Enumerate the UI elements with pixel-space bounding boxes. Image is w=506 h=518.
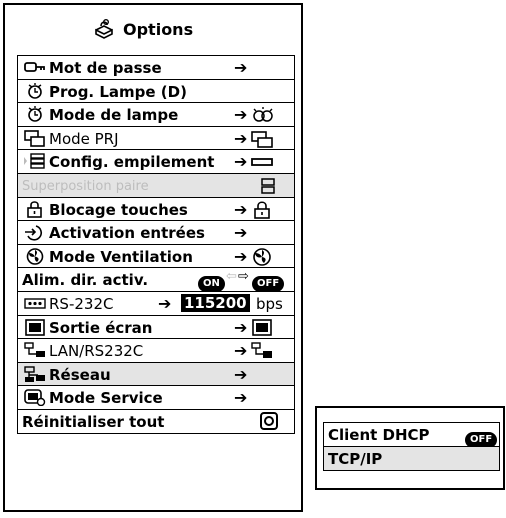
arrow-right-icon: ➔ <box>234 246 248 266</box>
arrow-right-icon: ⇨ <box>238 269 249 285</box>
network-submenu-panel: Client DHCP OFF TCP/IP <box>315 406 505 490</box>
menu-item-config-empilement[interactable]: Config. empilement ➔ <box>18 150 294 174</box>
submenu-item-label: Client DHCP <box>328 426 430 444</box>
menu-item-rs232c[interactable]: RS-232C ➔ 115200 bps <box>18 291 294 316</box>
menu-item-label: Prog. Lampe (D) <box>49 82 187 101</box>
menu-item-reseau[interactable]: Réseau ➔ <box>18 362 294 387</box>
arrow-right-icon: ➔ <box>234 199 248 219</box>
menu-list: Mot de passe ➔ Prog. Lampe (D) Mode de l… <box>17 55 295 434</box>
menu-item-label: Blocage touches <box>49 200 188 219</box>
options-menu-panel: Options Mot de passe ➔ Prog. Lampe (D) M… <box>3 3 303 512</box>
menu-item-label: Alim. dir. activ. <box>22 271 149 290</box>
menu-header: Options <box>5 5 301 57</box>
on-badge: ON <box>198 271 225 291</box>
submenu-list: Client DHCP OFF TCP/IP <box>323 422 500 471</box>
menu-item-label: Sortie écran <box>49 318 153 337</box>
menu-item-prog-lampe[interactable]: Prog. Lampe (D) <box>18 79 294 104</box>
menu-item-label: Mot de passe <box>49 59 162 77</box>
stack-pair-icon <box>261 178 275 194</box>
lan-rs232c-icon <box>251 342 272 359</box>
menu-item-label: Config. empilement <box>49 153 215 172</box>
fan-icon <box>26 247 44 265</box>
menu-item-label: Réinitialiser tout <box>22 412 165 431</box>
submenu-item-label: TCP/IP <box>328 450 383 468</box>
lamp-timer-icon <box>28 106 42 122</box>
submenu-item-client-dhcp[interactable]: Client DHCP OFF <box>324 423 499 448</box>
menu-item-lan-rs232c[interactable]: LAN/RS232C ➔ <box>18 339 294 363</box>
menu-item-mot-de-passe[interactable]: Mot de passe ➔ <box>18 56 294 80</box>
submenu-item-tcp-ip[interactable]: TCP/IP <box>324 447 499 470</box>
baud-rate-value[interactable]: 115200 <box>181 293 250 312</box>
arrow-right-icon: ➔ <box>234 58 248 77</box>
menu-item-blocage-touches[interactable]: Blocage touches ➔ <box>18 197 294 222</box>
lan-rs232c-icon <box>24 342 45 358</box>
arrow-right-icon: ➔ <box>234 128 248 148</box>
projector-mode-icon <box>24 129 45 147</box>
options-icon <box>95 19 113 39</box>
baud-unit: bps <box>256 294 283 313</box>
menu-item-label: RS-232C <box>49 294 114 313</box>
network-icon <box>24 366 45 382</box>
menu-item-activation-entrees[interactable]: Activation entrées ➔ <box>18 221 294 245</box>
page-title: Options <box>123 20 194 39</box>
arrow-right-icon: ➔ <box>158 293 172 313</box>
arrow-right-icon: ➔ <box>234 317 248 337</box>
menu-item-mode-ventilation[interactable]: Mode Ventilation ➔ <box>18 244 294 269</box>
off-badge: OFF <box>465 427 498 448</box>
arrow-right-icon: ➔ <box>234 341 248 361</box>
menu-item-superposition-paire: Superposition paire <box>18 173 294 198</box>
input-activation-icon <box>25 225 42 241</box>
menu-item-label: Mode Service <box>49 389 163 408</box>
menu-item-label: Mode PRJ <box>49 129 119 148</box>
lock-icon <box>254 201 270 219</box>
menu-item-label: Réseau <box>49 365 111 384</box>
stack-bar-icon <box>251 158 273 167</box>
lock-icon <box>27 200 42 218</box>
monitor-out-icon <box>25 318 45 336</box>
menu-item-mode-de-lampe[interactable]: Mode de lampe ➔ <box>18 103 294 127</box>
arrow-left-icon: ⇦ <box>226 269 237 285</box>
menu-item-alim-dir-activ[interactable]: Alim. dir. activ. ON ⇦ ⇨ OFF <box>18 268 294 292</box>
menu-item-mode-service[interactable]: Mode Service ➔ <box>18 386 294 410</box>
arrow-right-icon: ➔ <box>234 105 248 125</box>
menu-item-label: LAN/RS232C <box>49 342 144 361</box>
service-mode-icon <box>24 389 46 407</box>
projector-mode-icon <box>251 130 273 148</box>
menu-item-label: Activation entrées <box>49 224 205 243</box>
lamp-mode-icon <box>253 107 273 122</box>
menu-item-mode-prj[interactable]: Mode PRJ ➔ <box>18 126 294 151</box>
menu-item-label: Mode Ventilation <box>49 247 193 266</box>
menu-item-label: Superposition paire <box>22 178 149 194</box>
arrow-right-icon: ➔ <box>234 223 248 243</box>
off-badge: OFF <box>252 271 285 291</box>
stack-setup-icon <box>24 153 45 170</box>
password-key-icon <box>24 62 45 72</box>
arrow-right-icon: ➔ <box>234 152 248 172</box>
monitor-out-icon <box>252 318 272 336</box>
arrow-right-icon: ➔ <box>234 388 248 408</box>
arrow-right-icon: ➔ <box>234 364 248 384</box>
fan-icon <box>253 247 271 266</box>
menu-item-label: Mode de lampe <box>49 106 179 125</box>
rs232c-port-icon <box>24 298 46 309</box>
reset-icon[interactable] <box>260 411 278 430</box>
menu-item-reinitialiser-tout[interactable]: Réinitialiser tout <box>18 409 294 434</box>
menu-item-sortie-ecran[interactable]: Sortie écran ➔ <box>18 315 294 340</box>
lamp-timer-icon <box>28 82 42 99</box>
